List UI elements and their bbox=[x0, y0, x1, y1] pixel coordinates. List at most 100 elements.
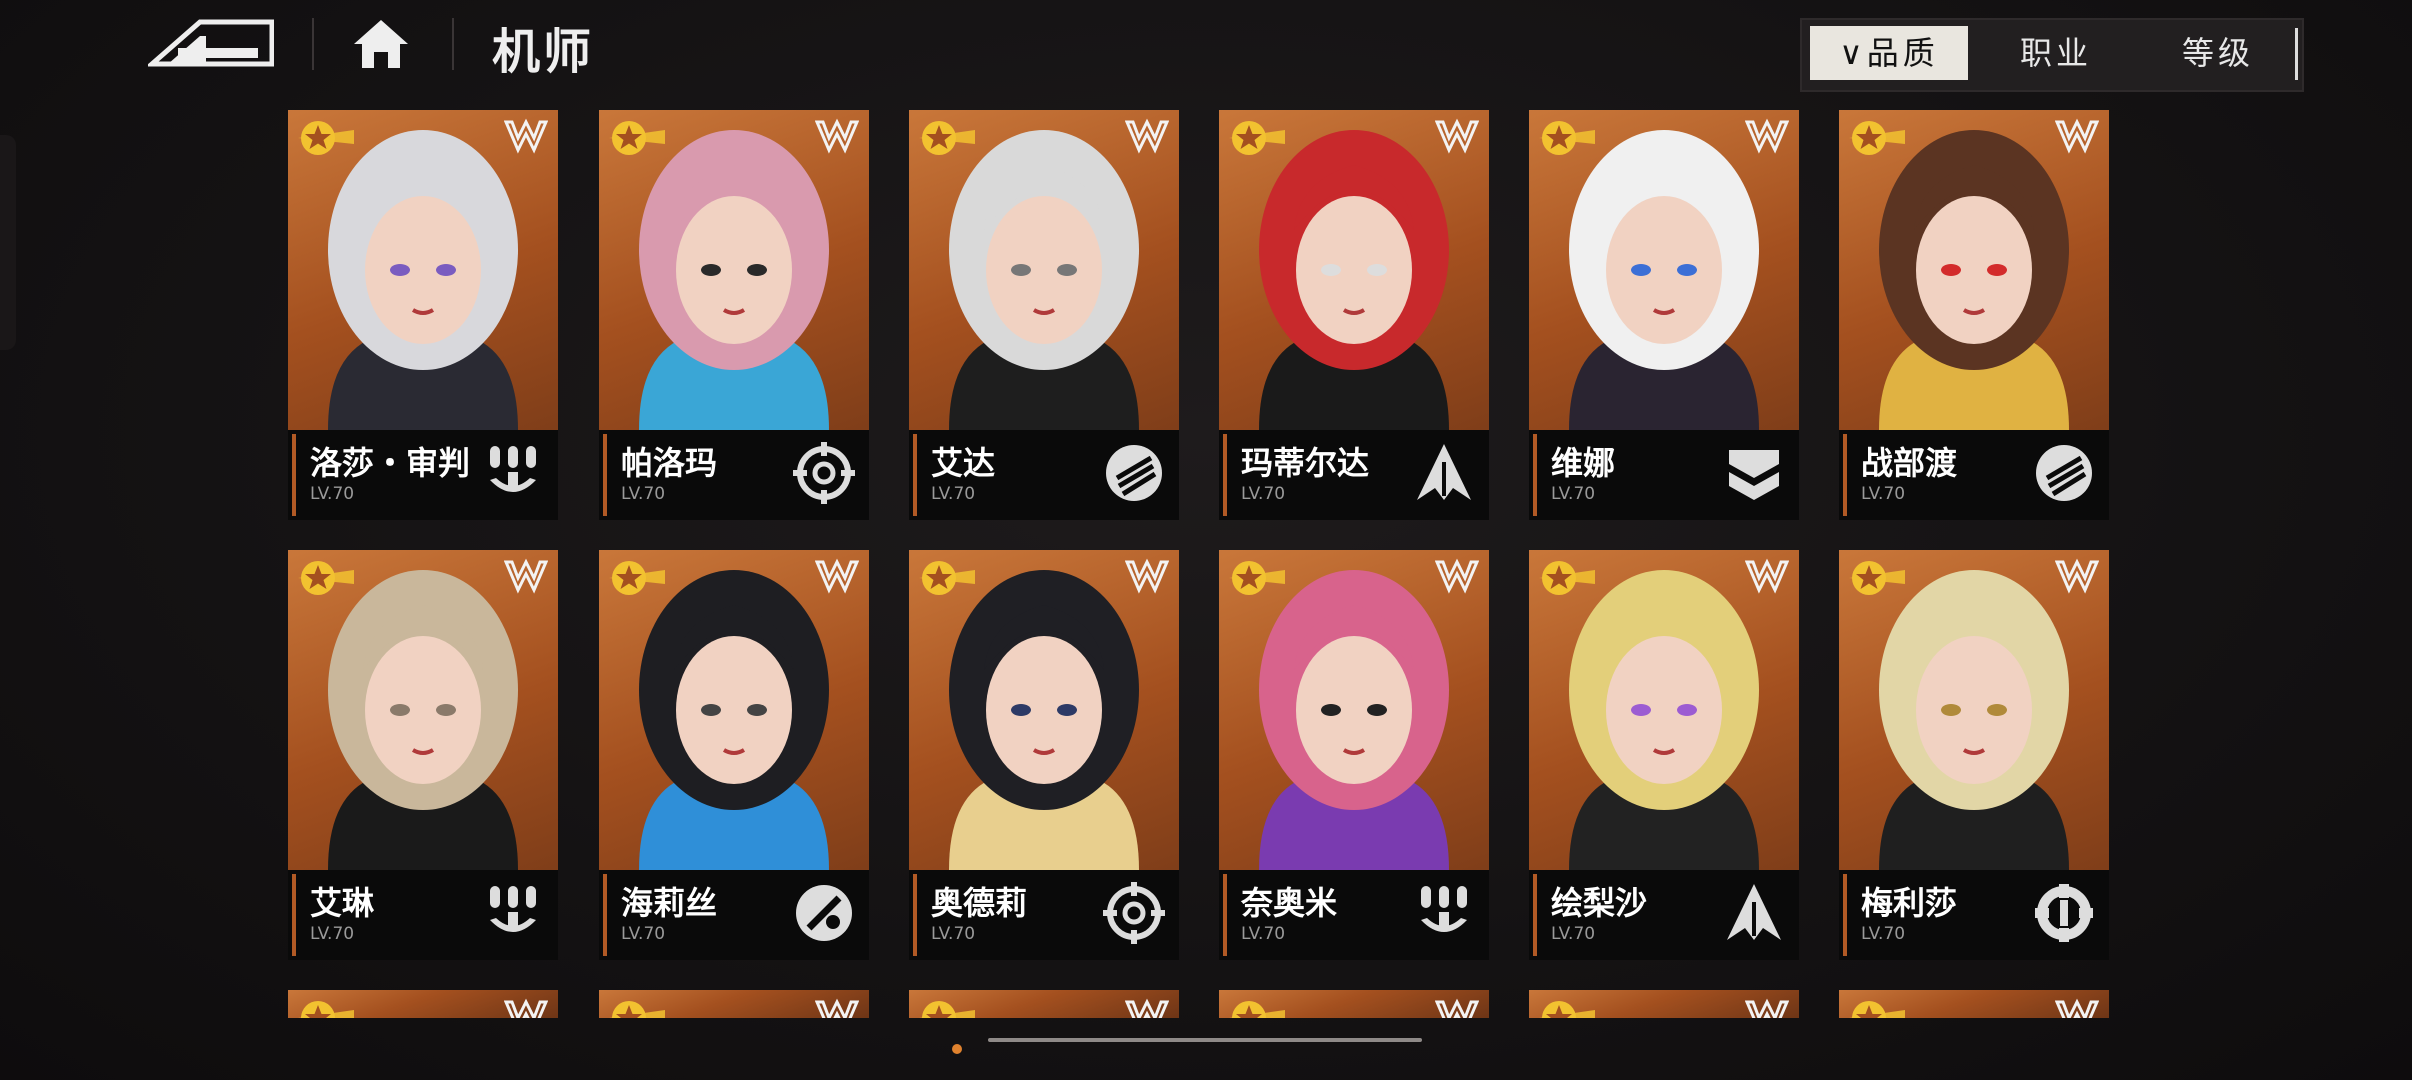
card-edge bbox=[603, 434, 607, 516]
star-rank-icon bbox=[1849, 118, 1905, 158]
pilot-card[interactable]: 玛蒂尔达 LV.70 bbox=[1219, 110, 1489, 520]
pilot-level: LV.70 bbox=[1551, 924, 1596, 944]
header-divider bbox=[312, 18, 314, 70]
sort-bar: ∨品质 职业 等级 bbox=[1800, 18, 2304, 92]
star-rank-icon bbox=[1229, 558, 1285, 598]
pilot-level: LV.70 bbox=[1861, 484, 1906, 504]
pilot-card[interactable]: 梅利莎 LV.70 bbox=[1839, 550, 2109, 960]
target-class-icon bbox=[793, 442, 855, 504]
back-arrow-icon[interactable] bbox=[148, 18, 274, 70]
pilot-card[interactable]: 奈奥米 LV.70 bbox=[1219, 550, 1489, 960]
pilot-info: 维娜 LV.70 bbox=[1529, 430, 1799, 520]
pilot-card[interactable]: 奥德莉 LV.70 bbox=[909, 550, 1179, 960]
star-rank-icon bbox=[1229, 998, 1285, 1018]
pilot-name: 艾达 bbox=[931, 444, 996, 482]
star-rank-icon bbox=[298, 558, 354, 598]
pilot-name: 帕洛玛 bbox=[621, 444, 718, 482]
pilot-card[interactable]: 维娜 LV.70 bbox=[1529, 110, 1799, 520]
faction-logo-icon bbox=[1434, 558, 1480, 594]
faction-logo-icon bbox=[1124, 118, 1170, 154]
pilot-card[interactable]: 艾琳 LV.70 bbox=[288, 550, 558, 960]
star-rank-icon bbox=[1539, 118, 1595, 158]
pilot-name: 洛莎・审判 bbox=[310, 444, 471, 482]
faction-logo-icon bbox=[814, 558, 860, 594]
fist-class-icon bbox=[1103, 442, 1165, 504]
pilot-card[interactable] bbox=[288, 990, 558, 1018]
star-rank-icon bbox=[609, 118, 665, 158]
pilot-level: LV.70 bbox=[310, 484, 355, 504]
pilot-name: 战部渡 bbox=[1861, 444, 1958, 482]
card-edge bbox=[292, 874, 296, 956]
star-rank-icon bbox=[1849, 998, 1905, 1018]
star-rank-icon bbox=[919, 998, 975, 1018]
pilot-card[interactable] bbox=[1529, 990, 1799, 1018]
pilot-card[interactable]: 海莉丝 LV.70 bbox=[599, 550, 869, 960]
faction-logo-icon bbox=[1744, 558, 1790, 594]
top-bar: 机师 ∨品质 职业 等级 bbox=[0, 0, 2412, 100]
star-rank-icon bbox=[1539, 998, 1595, 1018]
shield-class-icon bbox=[1723, 442, 1785, 504]
pilot-level: LV.70 bbox=[1551, 484, 1596, 504]
pilot-info: 梅利莎 LV.70 bbox=[1839, 870, 2109, 960]
pilot-card[interactable] bbox=[909, 990, 1179, 1018]
star-rank-icon bbox=[1539, 558, 1595, 598]
star-rank-icon bbox=[609, 998, 665, 1018]
faction-logo-icon bbox=[2054, 118, 2100, 154]
star-rank-icon bbox=[919, 558, 975, 598]
pilot-name: 玛蒂尔达 bbox=[1241, 444, 1370, 482]
pilot-card[interactable]: 洛莎・审判 LV.70 bbox=[288, 110, 558, 520]
pilot-card[interactable] bbox=[599, 990, 869, 1018]
target-class-icon bbox=[1103, 882, 1165, 944]
faction-logo-icon bbox=[2054, 998, 2100, 1018]
pilot-level: LV.70 bbox=[1861, 924, 1906, 944]
pilot-name: 奥德莉 bbox=[931, 884, 1028, 922]
pilot-card[interactable] bbox=[1219, 990, 1489, 1018]
pilot-name: 奈奥米 bbox=[1241, 884, 1338, 922]
missile-class-icon bbox=[1413, 882, 1475, 944]
sword-class-icon bbox=[793, 882, 855, 944]
pilot-card[interactable]: 战部渡 LV.70 bbox=[1839, 110, 2109, 520]
faction-logo-icon bbox=[1744, 998, 1790, 1018]
faction-logo-icon bbox=[1124, 558, 1170, 594]
pilot-name: 绘梨沙 bbox=[1551, 884, 1648, 922]
scroll-indicator[interactable] bbox=[988, 1038, 1422, 1042]
fist-class-icon bbox=[2033, 442, 2095, 504]
home-icon[interactable] bbox=[350, 16, 412, 72]
faction-logo-icon bbox=[1124, 998, 1170, 1018]
card-edge bbox=[1533, 874, 1537, 956]
missile-class-icon bbox=[482, 882, 544, 944]
sort-tab-class[interactable]: 职业 bbox=[1978, 26, 2134, 80]
pilot-card[interactable]: 艾达 LV.70 bbox=[909, 110, 1179, 520]
side-drawer-handle[interactable] bbox=[0, 135, 16, 350]
pilot-level: LV.70 bbox=[310, 924, 355, 944]
pilot-level: LV.70 bbox=[1241, 924, 1286, 944]
header-divider bbox=[452, 18, 454, 70]
pilot-info: 绘梨沙 LV.70 bbox=[1529, 870, 1799, 960]
pilot-level: LV.70 bbox=[1241, 484, 1286, 504]
card-edge bbox=[913, 434, 917, 516]
faction-logo-icon bbox=[814, 118, 860, 154]
pilot-level: LV.70 bbox=[931, 924, 976, 944]
sort-tab-quality[interactable]: ∨品质 bbox=[1810, 26, 1968, 80]
arrow-class-icon bbox=[1413, 442, 1475, 504]
scroll-marker bbox=[952, 1044, 962, 1054]
pilot-info: 艾达 LV.70 bbox=[909, 430, 1179, 520]
pilot-info: 海莉丝 LV.70 bbox=[599, 870, 869, 960]
pilot-card[interactable]: 帕洛玛 LV.70 bbox=[599, 110, 869, 520]
pilot-card[interactable] bbox=[1839, 990, 2109, 1018]
faction-logo-icon bbox=[2054, 558, 2100, 594]
card-edge bbox=[1843, 874, 1847, 956]
pilot-info: 奈奥米 LV.70 bbox=[1219, 870, 1489, 960]
card-edge bbox=[1223, 434, 1227, 516]
pilot-name: 艾琳 bbox=[310, 884, 375, 922]
arrow-class-icon bbox=[1723, 882, 1785, 944]
pilot-level: LV.70 bbox=[931, 484, 976, 504]
faction-logo-icon bbox=[503, 998, 549, 1018]
faction-logo-icon bbox=[1434, 118, 1480, 154]
pilot-name: 海莉丝 bbox=[621, 884, 718, 922]
pilot-name: 维娜 bbox=[1551, 444, 1616, 482]
sort-tab-level[interactable]: 等级 bbox=[2140, 26, 2296, 80]
card-edge bbox=[292, 434, 296, 516]
page-title: 机师 bbox=[492, 24, 595, 80]
pilot-card[interactable]: 绘梨沙 LV.70 bbox=[1529, 550, 1799, 960]
